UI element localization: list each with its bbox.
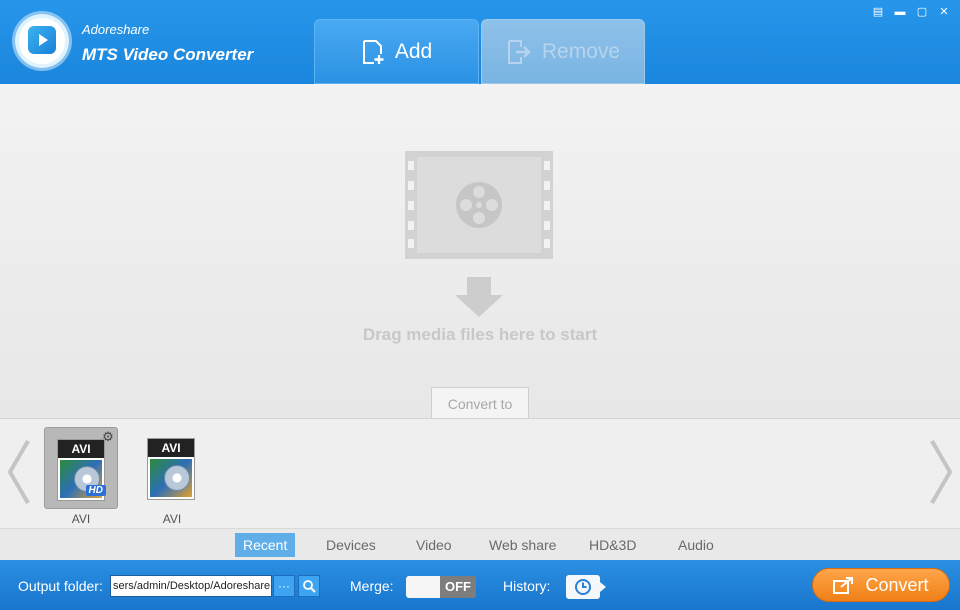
product-name: MTS Video Converter [82, 45, 254, 64]
search-icon [303, 580, 316, 593]
hd-badge: HD [85, 485, 106, 496]
remove-label: Remove [541, 39, 621, 63]
avi-hd-format-icon: AVI HD [57, 439, 106, 501]
add-button[interactable]: Add [314, 19, 479, 84]
open-folder-button[interactable] [298, 575, 320, 597]
category-tabs: Recent Devices Video Web share HD&3D Aud… [0, 528, 960, 560]
merge-toggle[interactable]: OFF [406, 576, 476, 598]
video-thumbnail [150, 459, 192, 497]
format-item[interactable]: AVI [135, 427, 209, 509]
maximize-icon[interactable]: ▢ [914, 5, 930, 19]
format-cap: AVI [58, 440, 104, 458]
drop-hint: Drag media files here to start [362, 325, 598, 344]
tab-audio[interactable]: Audio [670, 533, 722, 557]
tab-recent[interactable]: Recent [235, 533, 296, 557]
browse-button[interactable]: ··· [273, 575, 295, 597]
chevron-right-icon[interactable] [924, 437, 958, 507]
bottom-bar: Output folder: sers/admin/Desktop/Adores… [0, 560, 960, 610]
tab-hd-3d[interactable]: HD&3D [581, 533, 644, 557]
format-label: AVI [162, 512, 182, 526]
add-label: Add [394, 39, 433, 63]
title-bar: Adoreshare MTS Video Converter Add Remov… [0, 0, 960, 84]
convert-button[interactable]: Convert [812, 568, 950, 602]
convert-label: Convert [865, 574, 929, 595]
drop-zone[interactable]: Drag media files here to start Convert t… [0, 84, 960, 419]
convert-to-tab: Convert to [431, 387, 529, 419]
minimize-icon[interactable]: ▬ [892, 5, 908, 19]
toggle-knob [406, 576, 440, 598]
toggle-state: OFF [440, 576, 476, 598]
logo-play-icon [28, 26, 56, 54]
tab-web-share[interactable]: Web share [481, 533, 564, 557]
remove-file-icon [506, 39, 532, 65]
window-controls: ▤ ▬ ▢ ✕ [870, 5, 952, 19]
clock-icon [575, 579, 591, 595]
tab-devices[interactable]: Devices [318, 533, 384, 557]
tab-video[interactable]: Video [408, 533, 460, 557]
output-folder-input[interactable]: sers/admin/Desktop/Adoreshare [110, 575, 272, 597]
format-label: AVI [71, 512, 91, 526]
film-reel-icon [405, 151, 553, 259]
merge-label: Merge: [350, 578, 394, 594]
down-arrow-icon [455, 277, 503, 317]
format-item[interactable]: ⚙ AVI HD [44, 427, 118, 509]
remove-button[interactable]: Remove [481, 19, 645, 84]
brand-name: Adoreshare [82, 22, 150, 37]
history-button[interactable] [566, 575, 606, 599]
add-file-icon [361, 39, 385, 65]
history-label: History: [503, 578, 551, 594]
chevron-left-icon[interactable] [2, 437, 36, 507]
output-folder-label: Output folder: [18, 578, 103, 594]
app-logo [15, 14, 69, 68]
avi-format-icon: AVI [147, 438, 195, 500]
feedback-icon[interactable]: ▤ [870, 5, 886, 19]
convert-icon [833, 577, 854, 594]
format-cap: AVI [148, 439, 194, 457]
close-icon[interactable]: ✕ [936, 5, 952, 19]
